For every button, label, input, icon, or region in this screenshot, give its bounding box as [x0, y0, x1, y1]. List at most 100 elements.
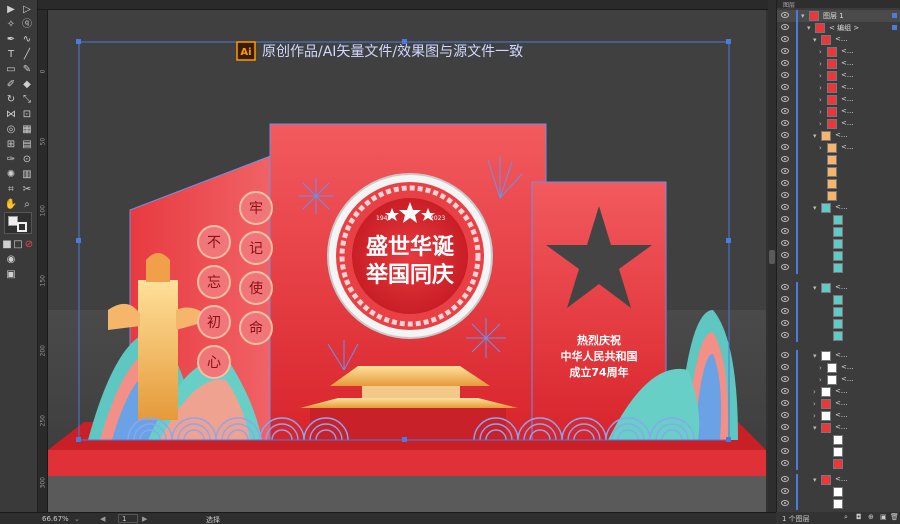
- free-transform-icon[interactable]: ⊡: [20, 108, 34, 122]
- layer-row[interactable]: [777, 226, 900, 238]
- layer-row[interactable]: [777, 434, 900, 446]
- perspective-icon[interactable]: ▦: [20, 123, 34, 137]
- eye-icon[interactable]: [781, 500, 789, 506]
- paintbrush-icon[interactable]: ✎: [20, 63, 34, 77]
- eye-icon[interactable]: [781, 24, 789, 30]
- eye-icon[interactable]: [781, 296, 789, 302]
- eye-icon[interactable]: [781, 364, 789, 370]
- expand-icon[interactable]: ▾: [813, 476, 817, 484]
- zoom-dropdown-icon[interactable]: ⌄: [74, 515, 80, 523]
- eye-icon[interactable]: [781, 424, 789, 430]
- expand-icon[interactable]: ›: [819, 96, 822, 104]
- eye-icon[interactable]: [781, 448, 789, 454]
- layer-row[interactable]: [777, 446, 900, 458]
- rotate-icon[interactable]: ↻: [4, 93, 18, 107]
- eye-icon[interactable]: [781, 400, 789, 406]
- layer-row[interactable]: [777, 294, 900, 306]
- layer-row[interactable]: [777, 154, 900, 166]
- eye-icon[interactable]: [781, 192, 789, 198]
- expand-icon[interactable]: ›: [819, 108, 822, 116]
- type-tool-icon[interactable]: T: [4, 48, 18, 62]
- draw-mode-icon[interactable]: ◉: [4, 253, 18, 267]
- pen-tool-icon[interactable]: ✒: [4, 33, 18, 47]
- hand-tool-icon[interactable]: ✋: [4, 198, 18, 212]
- scale-icon[interactable]: ⤡: [20, 93, 34, 107]
- blend-icon[interactable]: ⊙: [20, 153, 34, 167]
- eye-icon[interactable]: [781, 388, 789, 394]
- eye-icon[interactable]: [781, 460, 789, 466]
- rectangle-tool-icon[interactable]: ▭: [4, 63, 18, 77]
- expand-icon[interactable]: ›: [819, 376, 822, 384]
- layer-row[interactable]: [777, 214, 900, 226]
- layer-row[interactable]: [777, 250, 900, 262]
- expand-icon[interactable]: ›: [813, 412, 816, 420]
- curvature-icon[interactable]: ∿: [20, 33, 34, 47]
- canvas-vertical-scrollbar[interactable]: [768, 0, 776, 512]
- new-sublayer-icon[interactable]: ⊕: [868, 513, 874, 521]
- layer-row[interactable]: › <...: [777, 46, 900, 58]
- graph-tool-icon[interactable]: ▥: [20, 168, 34, 182]
- eye-icon[interactable]: [781, 180, 789, 186]
- eye-icon[interactable]: [781, 216, 789, 222]
- color-mode-icon[interactable]: ■: [2, 238, 12, 252]
- scroll-thumb[interactable]: [769, 250, 775, 264]
- make-clipping-mask-icon[interactable]: ◘: [856, 513, 862, 521]
- eye-icon[interactable]: [781, 132, 789, 138]
- layer-row[interactable]: › <...: [777, 410, 900, 422]
- expand-icon[interactable]: ▾: [813, 132, 817, 140]
- eye-icon[interactable]: [781, 84, 789, 90]
- layer-row[interactable]: [777, 190, 900, 202]
- layer-row[interactable]: › <...: [777, 118, 900, 130]
- layer-row[interactable]: › <...: [777, 58, 900, 70]
- expand-icon[interactable]: ▾: [813, 424, 817, 432]
- expand-icon[interactable]: ▾: [813, 204, 817, 212]
- screen-mode-icon[interactable]: ▣: [4, 268, 18, 282]
- eye-icon[interactable]: [781, 240, 789, 246]
- none-mode-icon[interactable]: ⊘: [24, 238, 34, 252]
- eye-icon[interactable]: [781, 320, 789, 326]
- magic-wand-icon[interactable]: ✧: [4, 18, 18, 32]
- line-tool-icon[interactable]: ╱: [20, 48, 34, 62]
- expand-icon[interactable]: ›: [813, 388, 816, 396]
- eye-icon[interactable]: [781, 60, 789, 66]
- layer-row[interactable]: ▾ <...: [777, 474, 900, 486]
- eye-icon[interactable]: [781, 12, 789, 18]
- slice-tool-icon[interactable]: ✂: [20, 183, 34, 197]
- layer-row[interactable]: [777, 458, 900, 470]
- eye-icon[interactable]: [781, 352, 789, 358]
- artboard-number[interactable]: 1: [118, 514, 138, 523]
- eye-icon[interactable]: [781, 308, 789, 314]
- layer-row[interactable]: ▾ < 编组 >: [777, 22, 900, 34]
- selection-indicator[interactable]: [892, 25, 897, 30]
- layer-row[interactable]: › <...: [777, 70, 900, 82]
- expand-icon[interactable]: ▾: [801, 12, 805, 20]
- layer-row[interactable]: › <...: [777, 82, 900, 94]
- eye-icon[interactable]: [781, 264, 789, 270]
- eye-icon[interactable]: [781, 284, 789, 290]
- expand-icon[interactable]: ›: [819, 84, 822, 92]
- symbol-sprayer-icon[interactable]: ✺: [4, 168, 18, 182]
- expand-icon[interactable]: ▾: [813, 352, 817, 360]
- layer-row[interactable]: [777, 306, 900, 318]
- layer-row[interactable]: ▾ <...: [777, 422, 900, 434]
- layer-row[interactable]: ▾ <...: [777, 350, 900, 362]
- eye-icon[interactable]: [781, 156, 789, 162]
- lasso-icon[interactable]: ⓠ: [20, 18, 34, 32]
- eye-icon[interactable]: [781, 476, 789, 482]
- layer-row[interactable]: ▾ <...: [777, 34, 900, 46]
- layer-row[interactable]: [777, 262, 900, 274]
- zoom-level[interactable]: 66.67%: [42, 515, 69, 523]
- layer-row[interactable]: › <...: [777, 106, 900, 118]
- expand-icon[interactable]: ›: [819, 72, 822, 80]
- layer-row[interactable]: [777, 166, 900, 178]
- layer-row[interactable]: › <...: [777, 386, 900, 398]
- width-tool-icon[interactable]: ⋈: [4, 108, 18, 122]
- layer-row[interactable]: ▾ <...: [777, 130, 900, 142]
- delete-layer-icon[interactable]: 🗑: [890, 513, 899, 521]
- eye-icon[interactable]: [781, 48, 789, 54]
- layer-row[interactable]: [777, 330, 900, 342]
- expand-icon[interactable]: ›: [813, 400, 816, 408]
- artboard-canvas[interactable]: 牢 记 使 命 不 忘 初 心 1949 2023 盛世华诞 举国同庆 热烈庆祝…: [48, 10, 766, 512]
- expand-icon[interactable]: ›: [819, 48, 822, 56]
- gradient-mode-icon[interactable]: □: [13, 238, 23, 252]
